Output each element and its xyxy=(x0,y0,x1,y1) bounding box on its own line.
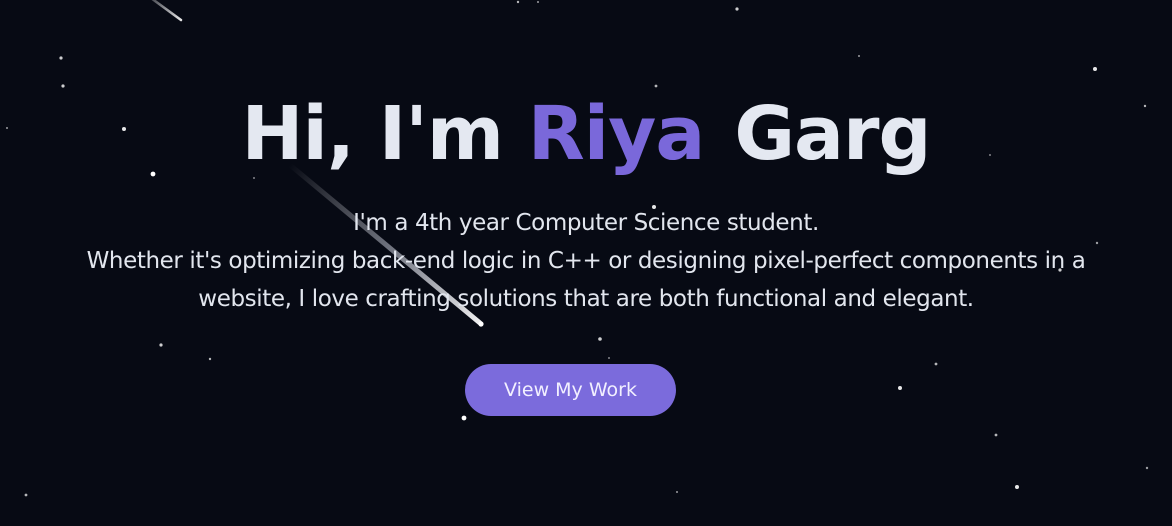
hero-intro: I'm a 4th year Computer Science student.… xyxy=(0,204,1172,318)
intro-line-1: I'm a 4th year Computer Science student. xyxy=(353,210,819,236)
intro-line-2: Whether it's optimizing back-end logic i… xyxy=(86,248,1086,274)
hero-greeting: Hi, I'm xyxy=(241,91,504,177)
view-my-work-button[interactable]: View My Work xyxy=(465,364,676,416)
hero-section: Hi, I'm Riya Garg I'm a 4th year Computer… xyxy=(0,0,1172,526)
hero-first-name: Riya xyxy=(527,91,706,177)
hero-last-name: Garg xyxy=(734,91,931,177)
hero-title: Hi, I'm Riya Garg xyxy=(0,86,1172,182)
intro-line-3: website, I love crafting solutions that … xyxy=(198,286,974,312)
